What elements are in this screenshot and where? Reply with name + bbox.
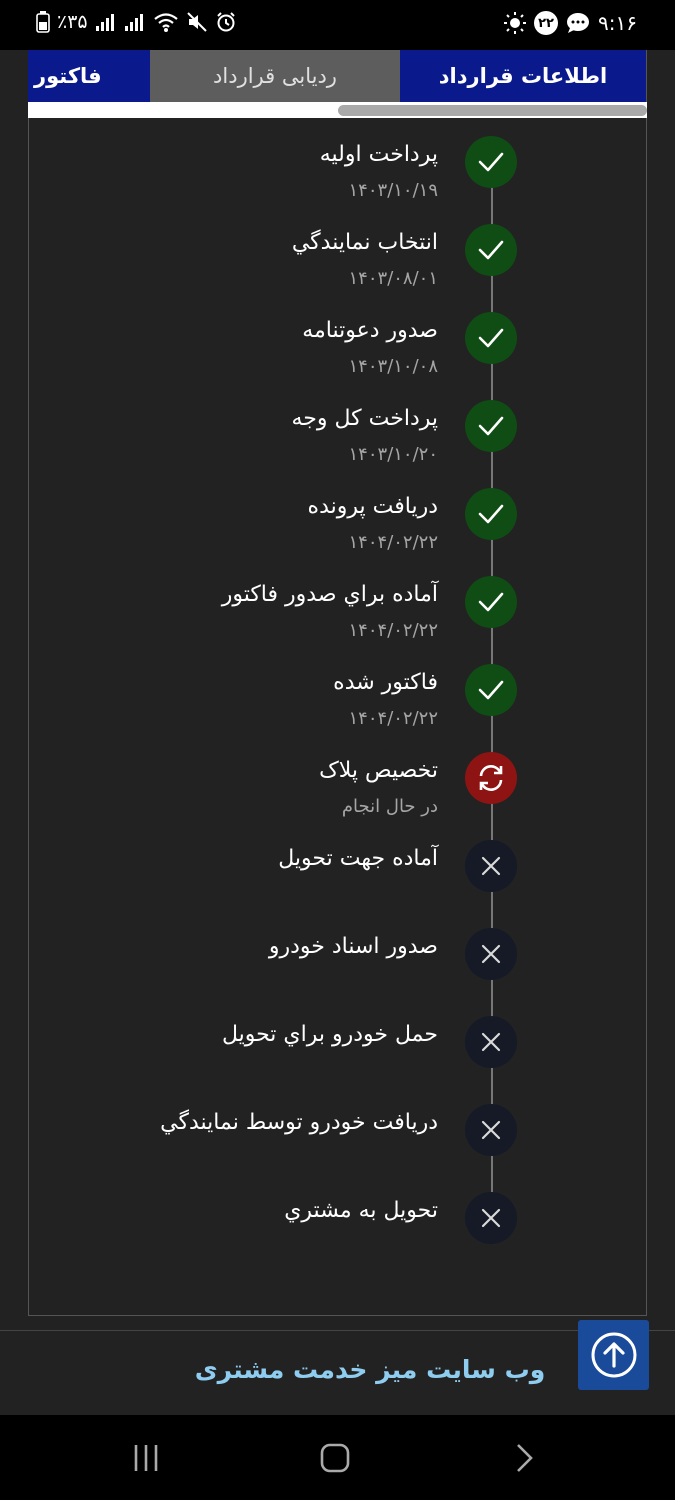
step-status-done bbox=[465, 312, 517, 364]
arrow-up-icon bbox=[591, 1332, 636, 1378]
close-icon bbox=[479, 1030, 503, 1054]
status-bar: ٪۳۵ ۲۲ ۹:۱۶ bbox=[0, 0, 675, 50]
battery-icon bbox=[36, 11, 50, 33]
tab-contract-tracking[interactable]: ردیابی قرارداد bbox=[150, 50, 400, 102]
step-title: آماده جهت تحويل bbox=[278, 846, 438, 871]
alarm-icon bbox=[215, 11, 237, 33]
step-date: ۱۴۰۳/۰۸/۰۱ bbox=[348, 268, 438, 289]
step-status-pending bbox=[465, 1016, 517, 1068]
brightness-icon bbox=[504, 12, 527, 34]
customer-service-link[interactable]: وب سایت میز خدمت مشتری bbox=[0, 1355, 675, 1384]
step-status-done bbox=[465, 664, 517, 716]
message-icon bbox=[566, 12, 590, 34]
battery-percent: ٪۳۵ bbox=[57, 11, 88, 33]
wifi-icon bbox=[153, 11, 179, 33]
close-icon bbox=[479, 942, 503, 966]
step-title: صدور اسناد خودرو bbox=[268, 934, 438, 959]
tab-contract-info[interactable]: اطلاعات قرارداد bbox=[400, 50, 647, 102]
sync-icon bbox=[473, 760, 509, 796]
step-title: تخصيص پلاک bbox=[319, 758, 438, 783]
check-icon bbox=[476, 235, 506, 265]
scroll-thumb[interactable] bbox=[338, 105, 647, 116]
recent-apps-button[interactable] bbox=[116, 1437, 176, 1479]
step-title: صدور دعوتنامه bbox=[302, 318, 438, 343]
step-title: دريافت پرونده bbox=[307, 494, 438, 519]
close-icon bbox=[479, 1206, 503, 1230]
step-status-done bbox=[465, 400, 517, 452]
step-status-active bbox=[465, 752, 517, 804]
step-date: ۱۴۰۳/۱۰/۲۰ bbox=[348, 444, 438, 465]
check-icon bbox=[476, 411, 506, 441]
step-status-pending bbox=[465, 928, 517, 980]
system-nav-bar bbox=[0, 1415, 675, 1500]
check-icon bbox=[476, 147, 506, 177]
step-status-done bbox=[465, 136, 517, 188]
signal-icon bbox=[124, 12, 146, 32]
status-right: ۲۲ ۹:۱۶ bbox=[504, 11, 637, 35]
recent-apps-icon bbox=[134, 1445, 158, 1471]
step-title: آماده براي صدور فاکتور bbox=[221, 582, 438, 607]
close-icon bbox=[479, 1118, 503, 1142]
step-title: پرداخت کل وجه bbox=[291, 406, 438, 431]
step-date: در حال انجام bbox=[341, 796, 438, 817]
tab-invoice[interactable]: فاکتور bbox=[28, 50, 150, 102]
status-left: ٪۳۵ bbox=[36, 11, 237, 33]
close-icon bbox=[479, 854, 503, 878]
back-button[interactable] bbox=[494, 1437, 554, 1479]
home-button[interactable] bbox=[305, 1437, 365, 1479]
step-date: ۱۴۰۴/۰۲/۲۲ bbox=[348, 620, 438, 641]
step-title: حمل خودرو براي تحويل bbox=[221, 1022, 438, 1047]
home-icon bbox=[320, 1443, 350, 1473]
step-title: انتخاب نمايندگي bbox=[291, 230, 438, 255]
step-status-pending bbox=[465, 1104, 517, 1156]
check-icon bbox=[476, 499, 506, 529]
chevron-right-icon bbox=[517, 1444, 533, 1472]
check-icon bbox=[476, 675, 506, 705]
step-date: ۱۴۰۳/۱۰/۰۸ bbox=[348, 356, 438, 377]
step-date: ۱۴۰۳/۱۰/۱۹ bbox=[348, 180, 438, 201]
clock: ۹:۱۶ bbox=[598, 11, 637, 35]
step-status-done bbox=[465, 576, 517, 628]
tab-scrollbar[interactable] bbox=[28, 102, 647, 118]
footer-divider bbox=[0, 1330, 675, 1331]
step-status-pending bbox=[465, 1192, 517, 1244]
tab-bar: اطلاعات قرارداد ردیابی قرارداد فاکتور bbox=[28, 50, 647, 102]
step-date: ۱۴۰۴/۰۲/۲۲ bbox=[348, 708, 438, 729]
check-icon bbox=[476, 323, 506, 353]
step-title: تحويل به مشتري bbox=[284, 1198, 438, 1223]
check-icon bbox=[476, 587, 506, 617]
step-status-done bbox=[465, 224, 517, 276]
step-title: فاکتور شده bbox=[333, 670, 438, 695]
signal-icon bbox=[95, 12, 117, 32]
step-title: دريافت خودرو توسط نمايندگي bbox=[160, 1110, 438, 1135]
step-title: پرداخت اولیه bbox=[319, 142, 438, 167]
notification-badge: ۲۲ bbox=[534, 11, 559, 35]
step-status-pending bbox=[465, 840, 517, 892]
back-to-top-button[interactable] bbox=[578, 1320, 649, 1390]
timeline-step: تحويل به مشتري bbox=[28, 1192, 647, 1306]
step-status-done bbox=[465, 488, 517, 540]
step-date: ۱۴۰۴/۰۲/۲۲ bbox=[348, 532, 438, 553]
mute-icon bbox=[186, 11, 208, 33]
